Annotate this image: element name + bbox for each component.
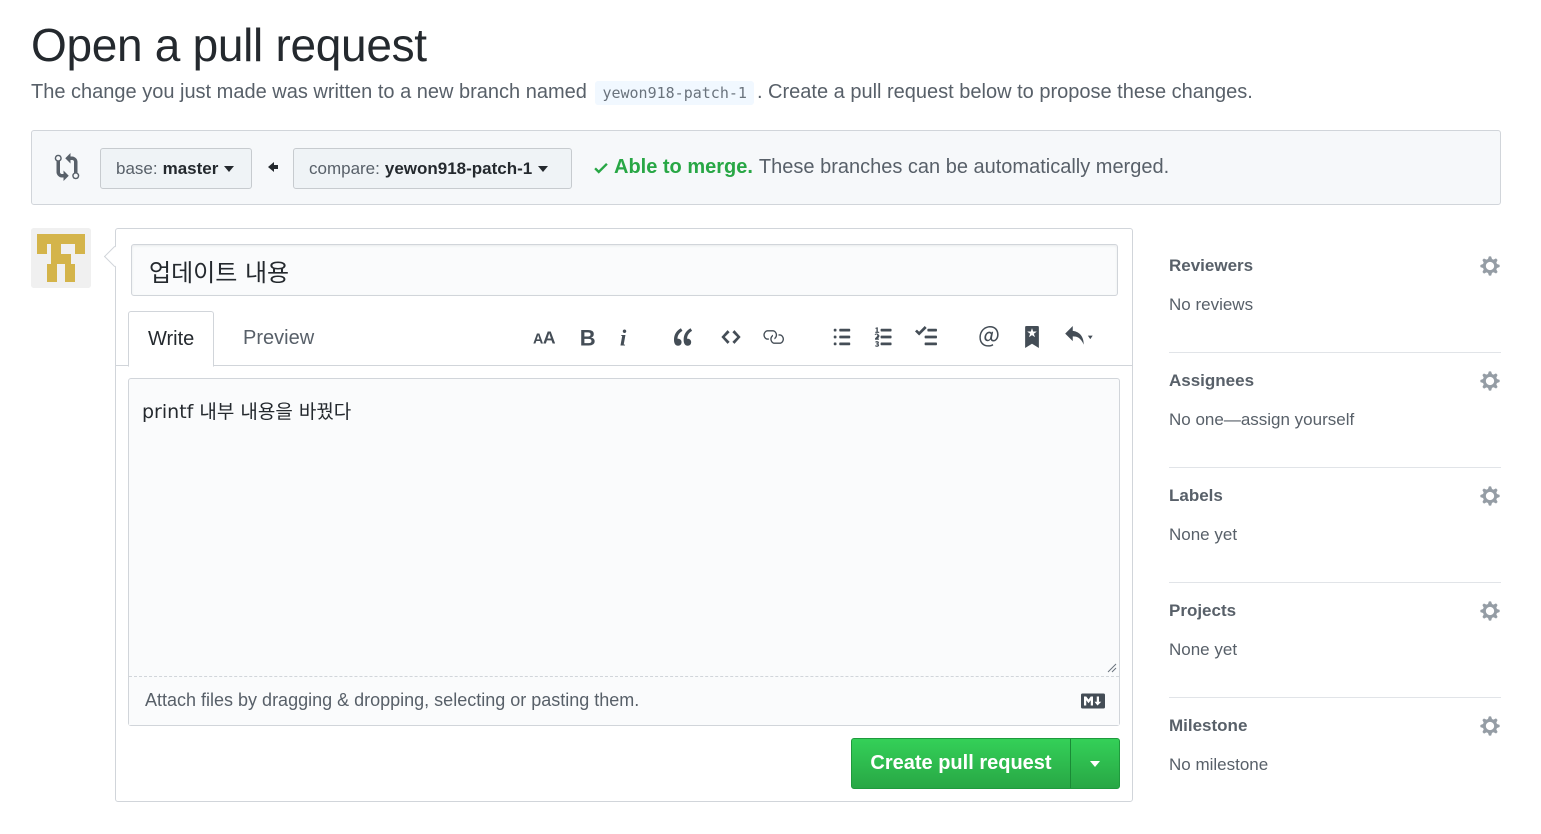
create-options-dropdown[interactable] xyxy=(1071,739,1119,788)
base-branch-select[interactable]: base: master xyxy=(100,148,252,189)
ordered-list-icon[interactable] xyxy=(870,323,898,351)
text-size-icon[interactable]: AA xyxy=(530,323,558,351)
assignees-heading[interactable]: Assignees xyxy=(1169,371,1254,391)
mention-icon[interactable] xyxy=(975,323,1003,351)
milestone-value: No milestone xyxy=(1169,755,1269,774)
base-label: base: xyxy=(116,158,158,178)
create-pull-request-label[interactable]: Create pull request xyxy=(852,739,1071,788)
subtitle-text: The change you just made was written to … xyxy=(31,81,587,103)
check-icon xyxy=(594,162,608,174)
chevron-down-icon xyxy=(1090,760,1100,767)
markdown-icon[interactable] xyxy=(1081,693,1105,709)
base-value: master xyxy=(162,158,219,178)
assignees-value[interactable]: No one—assign yourself xyxy=(1169,410,1354,430)
identicon-icon xyxy=(31,228,91,288)
gear-icon[interactable] xyxy=(1479,255,1501,277)
avatar[interactable] xyxy=(31,228,91,288)
git-compare-icon xyxy=(54,153,80,181)
branch-range-bar: base: master compare: yewon918-patch-1 A… xyxy=(31,130,1501,205)
reviewers-value: No reviews xyxy=(1169,295,1254,314)
bold-icon[interactable]: B xyxy=(574,323,602,351)
body-text: printf 내부 내용을 바꿨다 xyxy=(142,401,352,423)
sidebar-milestone: Milestone No milestone xyxy=(1169,698,1501,813)
sidebar-reviewers: Reviewers No reviews xyxy=(1169,238,1501,353)
gear-icon[interactable] xyxy=(1479,715,1501,737)
quote-icon[interactable] xyxy=(671,323,699,351)
title-input[interactable]: 업데이트 내용 xyxy=(131,244,1118,296)
svg-text:i: i xyxy=(620,326,627,348)
compare-branch-select[interactable]: compare: yewon918-patch-1 xyxy=(293,148,572,189)
saved-reply-icon[interactable] xyxy=(1018,323,1046,351)
editor-tab-bar: Write Preview AA B i xyxy=(116,311,1132,367)
branch-name-code: yewon918-patch-1 xyxy=(595,81,754,105)
gear-icon[interactable] xyxy=(1479,370,1501,392)
sidebar-labels: Labels None yet xyxy=(1169,468,1501,583)
tab-write[interactable]: Write xyxy=(128,311,215,367)
tab-preview[interactable]: Preview xyxy=(224,311,333,366)
pull-request-form: 업데이트 내용 Write Preview AA B i printf 내부 내… xyxy=(115,228,1133,802)
file-drop-zone[interactable]: Attach files by dragging & dropping, sel… xyxy=(129,676,1119,725)
svg-text:A: A xyxy=(533,332,543,348)
gear-icon[interactable] xyxy=(1479,485,1501,507)
resize-handle-icon[interactable] xyxy=(1105,661,1117,673)
page-subtitle: The change you just made was written to … xyxy=(31,81,1253,105)
reply-icon[interactable] xyxy=(1060,323,1102,351)
chevron-down-icon xyxy=(538,165,549,172)
gear-icon[interactable] xyxy=(1479,600,1501,622)
arrow-left-icon xyxy=(268,162,278,172)
compare-value: yewon918-patch-1 xyxy=(384,158,533,178)
labels-heading[interactable]: Labels xyxy=(1169,486,1223,506)
create-pull-request-button[interactable]: Create pull request xyxy=(851,738,1120,789)
task-list-icon[interactable] xyxy=(912,323,940,351)
drop-hint-text: Attach files by dragging & dropping, sel… xyxy=(145,690,640,710)
chevron-down-icon xyxy=(224,165,235,172)
link-icon[interactable] xyxy=(759,323,787,351)
body-textarea[interactable]: printf 내부 내용을 바꿨다 Attach files by draggi… xyxy=(128,378,1120,726)
unordered-list-icon[interactable] xyxy=(828,323,856,351)
reviewers-heading[interactable]: Reviewers xyxy=(1169,256,1253,276)
milestone-heading[interactable]: Milestone xyxy=(1169,716,1247,736)
labels-value: None yet xyxy=(1169,525,1238,544)
italic-icon[interactable]: i xyxy=(610,323,638,351)
projects-value: None yet xyxy=(1169,640,1238,659)
merge-status: Able to merge. These branches can be aut… xyxy=(592,156,1169,179)
sidebar-assignees: Assignees No one—assign yourself xyxy=(1169,353,1501,468)
merge-msg-text: These branches can be automatically merg… xyxy=(758,156,1170,178)
code-icon[interactable] xyxy=(717,323,745,351)
page-title: Open a pull request xyxy=(31,19,427,71)
subtitle-text-end: . Create a pull request below to propose… xyxy=(756,81,1253,103)
compare-label: compare: xyxy=(309,158,380,178)
svg-text:B: B xyxy=(580,326,596,348)
svg-text:A: A xyxy=(543,328,555,348)
merge-ok-text: Able to merge. xyxy=(614,156,753,178)
sidebar-projects: Projects None yet xyxy=(1169,583,1501,698)
sidebar: Reviewers No reviews Assignees No one—as… xyxy=(1169,238,1501,813)
projects-heading[interactable]: Projects xyxy=(1169,601,1236,621)
